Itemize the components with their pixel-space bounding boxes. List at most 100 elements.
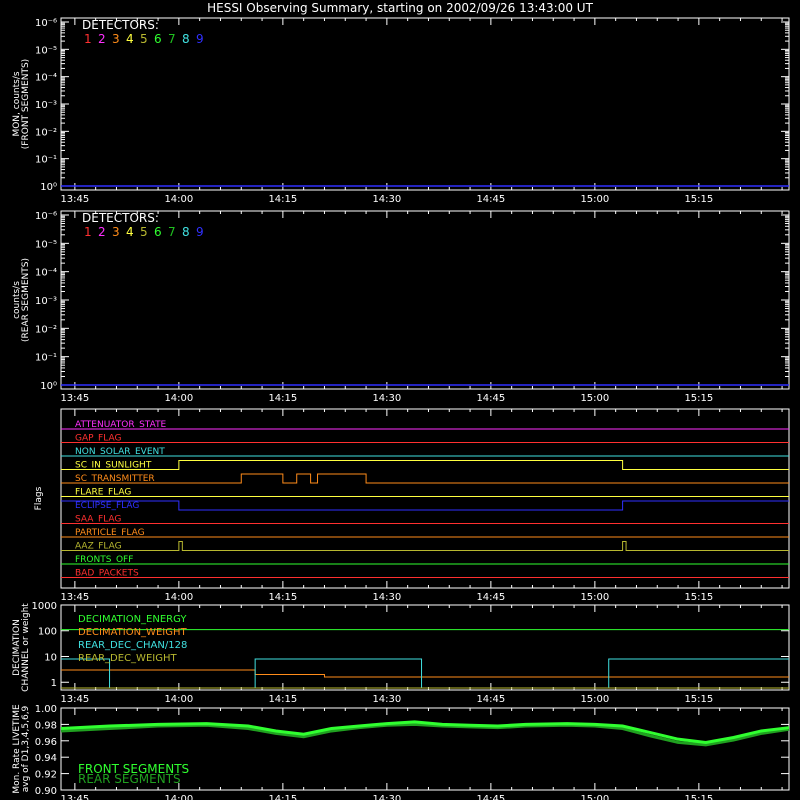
y-axis-title: CHANNEL or weight <box>21 603 31 692</box>
x-tick-label: 14:00 <box>164 794 193 800</box>
legend-detector-8: 8 <box>182 32 190 46</box>
y-tick-label: 10⁻¹ <box>35 353 57 364</box>
legend-detector-1: 1 <box>84 32 92 46</box>
legend-item: REAR_DEC_CHAN/128 <box>78 640 187 651</box>
panels: MON, counts/s (FRONT SEGMENTS)13:45 14:00 1… <box>12 17 790 800</box>
y-tick-label: 10⁻³ <box>35 296 57 307</box>
y-axis-title: (FRONT SEGMENTS) <box>21 59 31 149</box>
legend-detector-7: 7 <box>168 32 176 46</box>
y-tick-label: 100 <box>38 627 57 638</box>
legend-detector-5: 5 <box>140 225 148 239</box>
x-tick-label: 14:45 <box>476 194 505 205</box>
legend-detector-2: 2 <box>98 32 106 46</box>
legend-detector-6: 6 <box>154 225 162 239</box>
panel-decimation: DECIMATION CHANNEL or weight13:45 14:00 14:… <box>12 601 790 705</box>
x-tick-label: 14:45 <box>476 694 505 705</box>
y-tick-label: 1 <box>51 678 57 689</box>
x-tick-label: 15:15 <box>684 194 713 205</box>
panel-rear-rates: counts/s (REAR SEGMENTS)13:45 14:00 14:15 14… <box>12 210 790 404</box>
y-axis-title: (REAR SEGMENTS) <box>21 258 31 342</box>
x-tick-label: 14:45 <box>476 794 505 800</box>
x-tick-label: 15:15 <box>684 393 713 404</box>
y-tick-label: 10⁻⁶ <box>35 18 57 29</box>
legend-detector-6: 6 <box>154 32 162 46</box>
x-tick-label: 13:45 <box>60 694 89 705</box>
y-tick-label: 0.92 <box>35 770 57 781</box>
y-tick-label: 0.98 <box>35 720 57 731</box>
y-axis-title: avg of D1,3,4,5,6,9 <box>21 705 31 792</box>
legend-detector-4: 4 <box>126 32 134 46</box>
legend-detector-9: 9 <box>196 32 204 46</box>
panel-livetime: Mon. Rate LIVETIME avg of D1,3,4,5,6,913:… <box>12 704 790 800</box>
x-tick-label: 14:45 <box>476 592 505 603</box>
x-tick-label: 14:30 <box>372 393 401 404</box>
x-tick-label: 13:45 <box>60 794 89 800</box>
panel-flags: Flags 13:45 14:00 14:15 14:30 14:45 15:00 15:15… <box>34 408 790 603</box>
x-tick-label: 15:00 <box>580 794 609 800</box>
x-tick-label: 14:00 <box>164 393 193 404</box>
series-line <box>60 722 790 747</box>
x-tick-label: 13:45 <box>60 194 89 205</box>
legend-detector-3: 3 <box>112 225 120 239</box>
x-tick-label: 15:00 <box>580 592 609 603</box>
flag-line <box>61 460 789 470</box>
legend-detector-7: 7 <box>168 225 176 239</box>
x-tick-label: 15:00 <box>580 393 609 404</box>
flag-line <box>61 500 789 511</box>
x-tick-label: 14:15 <box>268 393 297 404</box>
y-tick-label: 10⁰ <box>40 381 57 392</box>
x-tick-label: 15:00 <box>580 694 609 705</box>
y-tick-label: 0.90 <box>35 786 57 797</box>
panel-frame <box>60 408 790 589</box>
flag-line <box>61 473 789 484</box>
y-tick-label: 0.94 <box>35 753 57 764</box>
y-tick-label: 10⁰ <box>40 182 57 193</box>
hessi-summary-chart: HESSI Observing Summary, starting on 200… <box>12 1 790 800</box>
legend-detector-9: 9 <box>196 225 204 239</box>
y-tick-label: 10⁻⁵ <box>35 239 57 250</box>
y-tick-label: 10⁻⁴ <box>35 268 57 279</box>
legend-detector-3: 3 <box>112 32 120 46</box>
x-tick-label: 13:45 <box>60 393 89 404</box>
series-line <box>61 669 789 678</box>
x-tick-label: 14:00 <box>164 592 193 603</box>
legend-title: DETECTORS: <box>82 18 159 32</box>
legend-item: REAR_DEC_WEIGHT <box>78 653 177 664</box>
y-tick-label: 1.00 <box>35 704 57 715</box>
y-axis-title: Flags <box>34 486 44 510</box>
x-tick-label: 14:00 <box>164 194 193 205</box>
x-tick-label: 14:30 <box>372 794 401 800</box>
legend-detector-5: 5 <box>140 32 148 46</box>
x-tick-label: 15:15 <box>684 694 713 705</box>
x-tick-label: 13:45 <box>60 592 89 603</box>
y-tick-label: 10⁻² <box>35 324 57 335</box>
legend-detector-1: 1 <box>84 225 92 239</box>
x-tick-label: 14:30 <box>372 592 401 603</box>
legend-item: REAR SEGMENTS <box>78 772 181 786</box>
panel-front-rates: MON, counts/s (FRONT SEGMENTS)13:45 14:00 1… <box>12 17 790 205</box>
x-tick-label: 14:15 <box>268 794 297 800</box>
y-tick-label: 10⁻¹ <box>35 155 57 166</box>
x-tick-label: 14:15 <box>268 694 297 705</box>
legend-detector-8: 8 <box>182 225 190 239</box>
legend-title: DETECTORS: <box>82 211 159 225</box>
legend-item: DECIMATION_WEIGHT <box>78 627 187 638</box>
x-tick-label: 14:30 <box>372 694 401 705</box>
x-tick-label: 14:45 <box>476 393 505 404</box>
x-tick-label: 15:00 <box>580 194 609 205</box>
legend-item: DECIMATION_ENERGY <box>78 614 187 625</box>
x-tick-label: 15:15 <box>684 592 713 603</box>
x-tick-label: 14:00 <box>164 694 193 705</box>
y-tick-label: 10⁻² <box>35 127 57 138</box>
y-tick-label: 10 <box>44 652 57 663</box>
y-tick-label: 10⁻⁵ <box>35 45 57 56</box>
flag-label: ECLIPSE_FLAG <box>75 501 139 511</box>
y-tick-label: 10⁻³ <box>35 100 57 111</box>
x-tick-label: 14:15 <box>268 592 297 603</box>
y-tick-label: 10⁻⁴ <box>35 73 57 84</box>
flag-line <box>61 541 789 551</box>
y-tick-label: 1000 <box>32 601 57 612</box>
chart-title: HESSI Observing Summary, starting on 200… <box>207 1 593 15</box>
x-tick-label: 15:15 <box>684 794 713 800</box>
legend-detector-4: 4 <box>126 225 134 239</box>
